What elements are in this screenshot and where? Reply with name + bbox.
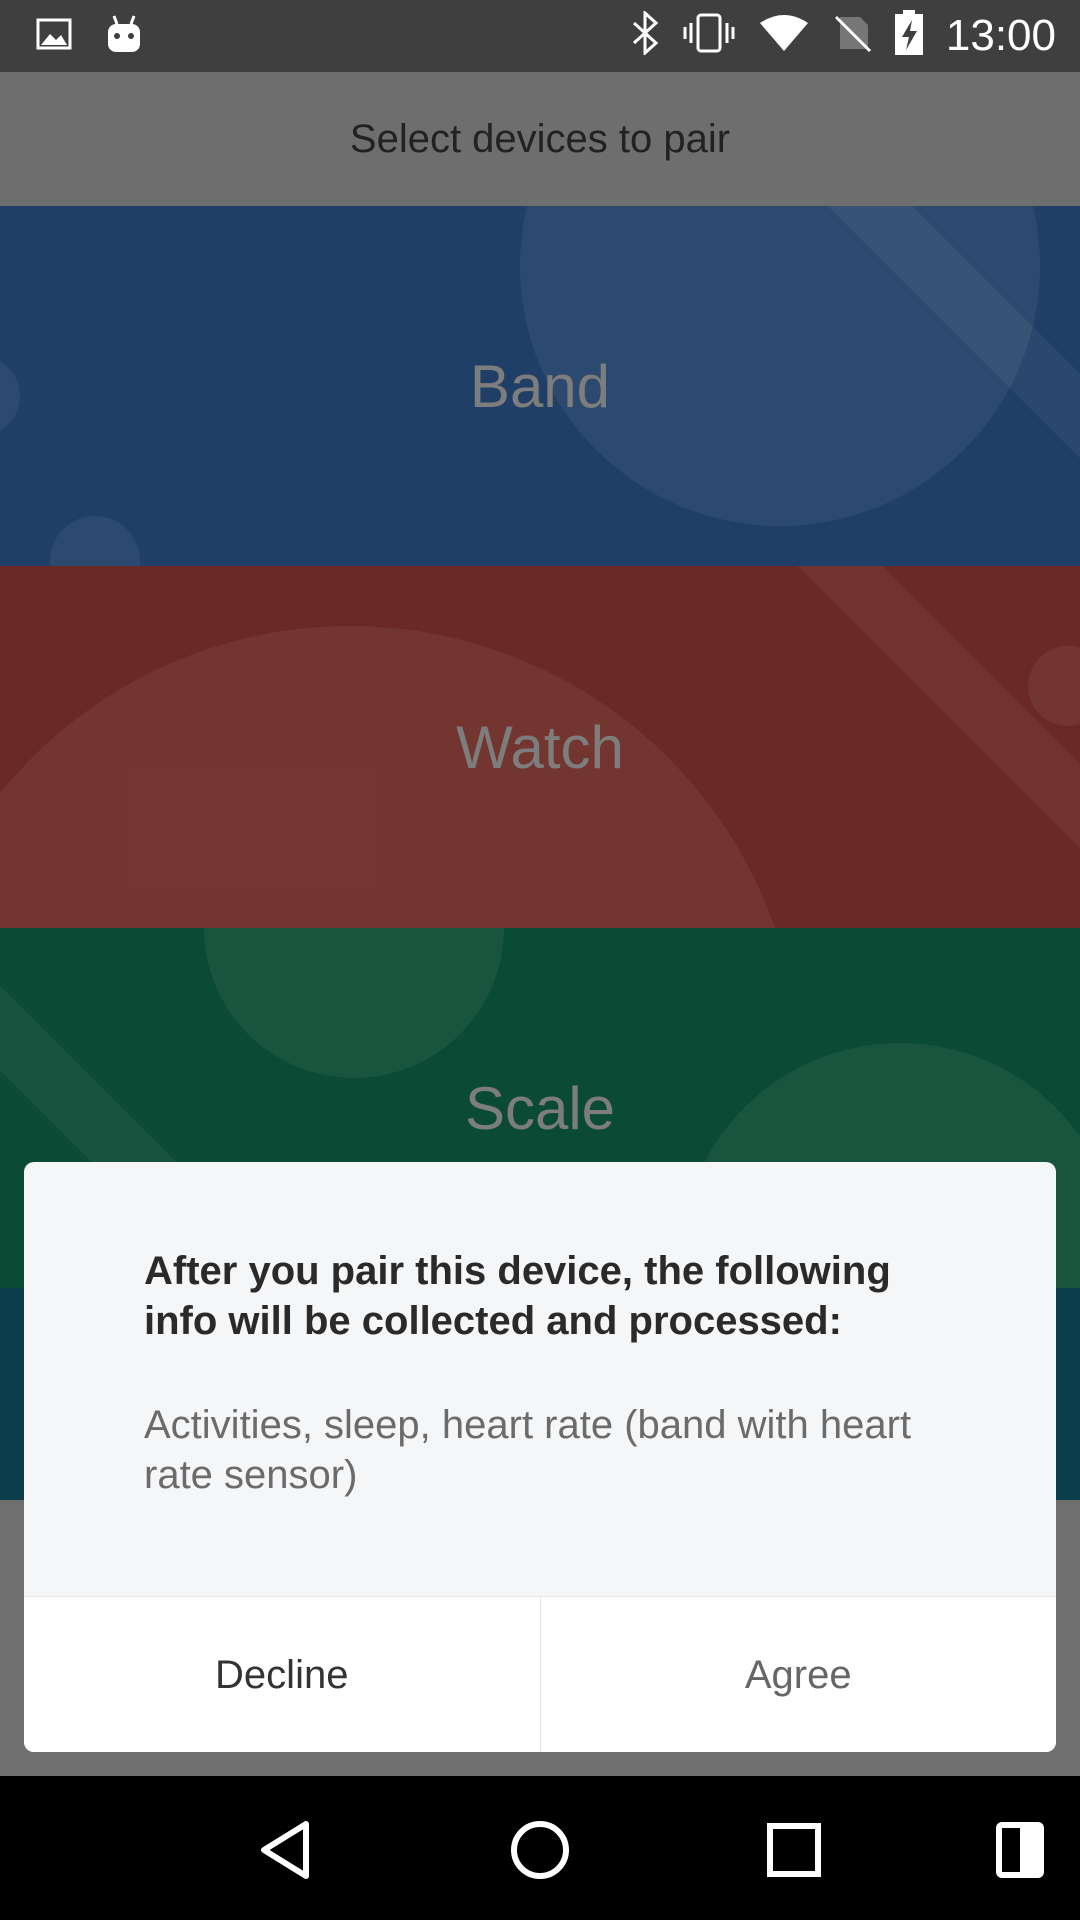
decor-stripe <box>754 566 1080 892</box>
decline-button[interactable]: Decline <box>24 1597 541 1752</box>
decor-circle <box>204 928 504 1078</box>
split-screen-icon[interactable] <box>980 1810 1060 1890</box>
wifi-icon <box>758 13 810 58</box>
page-header: Select devices to pair <box>0 72 1080 206</box>
dialog-actions: Decline Agree <box>24 1596 1056 1752</box>
recents-icon[interactable] <box>754 1810 834 1890</box>
dialog-message: Activities, sleep, heart rate (band with… <box>144 1403 912 1497</box>
status-bar: 13:00 <box>0 0 1080 72</box>
clock: 13:00 <box>945 10 1056 60</box>
decor-circle <box>1028 646 1080 726</box>
image-icon <box>36 16 72 57</box>
bluetooth-icon <box>630 9 660 60</box>
device-option-band[interactable]: Band <box>0 206 1080 566</box>
battery-charging-icon <box>894 10 924 61</box>
navigation-bar <box>0 1776 1080 1920</box>
page-title: Select devices to pair <box>349 116 731 161</box>
decor-circle <box>50 516 140 566</box>
dialog-title: After you pair this device, the followin… <box>144 1249 891 1343</box>
device-label: Band <box>469 352 611 420</box>
device-option-watch[interactable]: Watch <box>0 566 1080 928</box>
home-icon[interactable] <box>500 1810 580 1890</box>
no-sim-icon <box>832 13 872 58</box>
device-label: Scale <box>464 1074 616 1142</box>
decor-circle <box>0 356 20 436</box>
android-icon <box>106 14 142 59</box>
vibrate-icon <box>682 11 736 60</box>
consent-dialog: After you pair this device, the followin… <box>24 1162 1056 1752</box>
agree-button[interactable]: Agree <box>541 1597 1057 1752</box>
decor-circle <box>0 626 800 928</box>
device-label: Watch <box>456 713 624 781</box>
back-icon[interactable] <box>246 1810 326 1890</box>
